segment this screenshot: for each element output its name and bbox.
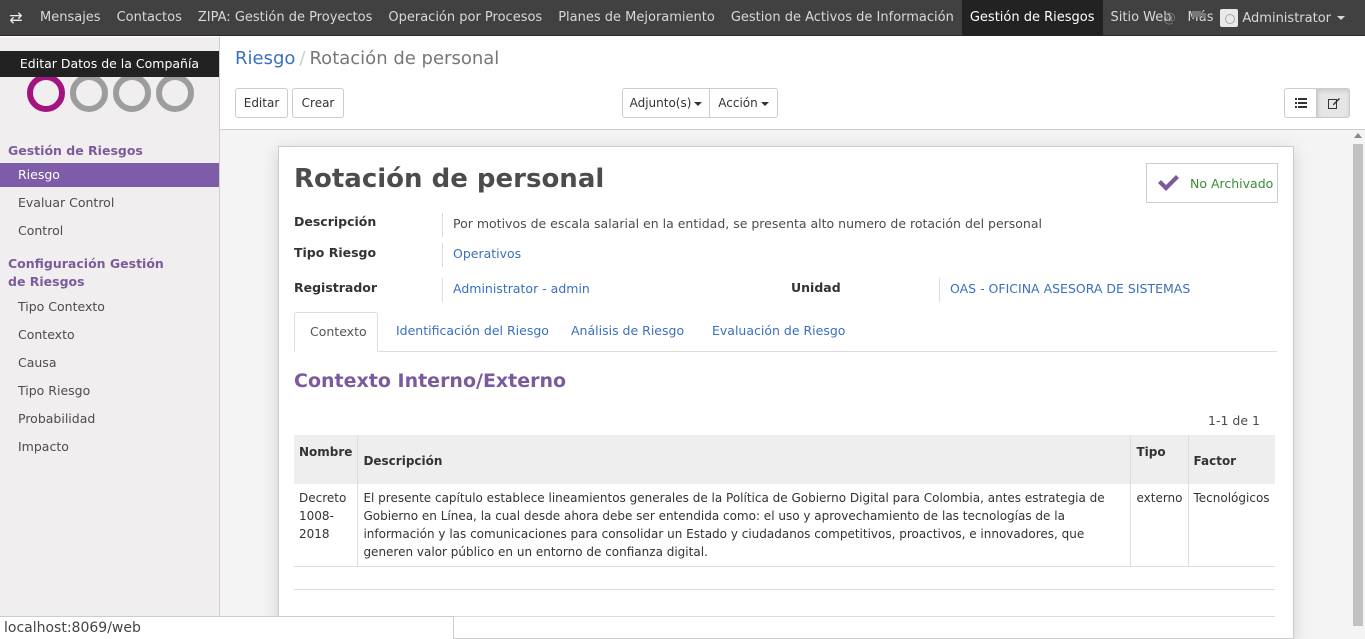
sidebar-item-riesgo[interactable]: Riesgo xyxy=(0,163,219,187)
notebook-tabs: Contexto Identificación del Riesgo Análi… xyxy=(294,312,1277,352)
column-descripcion[interactable]: Descripción xyxy=(357,435,1131,484)
avatar xyxy=(1220,9,1239,27)
cell-factor: Tecnológicos xyxy=(1187,484,1275,567)
registrador-label: Registrador xyxy=(294,280,378,295)
at-icon[interactable]: @ xyxy=(1154,11,1184,26)
sidebar-item-impacto[interactable]: Impacto xyxy=(0,435,219,459)
scroll-thumb[interactable] xyxy=(1353,144,1363,626)
menu-mensajes[interactable]: Mensajes xyxy=(32,0,109,36)
tab-identificacion[interactable]: Identificación del Riesgo xyxy=(381,312,564,352)
chevron-down-icon xyxy=(1337,16,1345,20)
breadcrumb-parent[interactable]: Riesgo xyxy=(235,48,295,69)
edit-form-icon xyxy=(1327,98,1340,109)
chat-icon[interactable] xyxy=(1184,10,1214,26)
context-table: Nombre Descripción Tipo Factor Decreto 1… xyxy=(294,435,1275,567)
scroll-up-icon[interactable] xyxy=(1354,133,1362,138)
registrador-value[interactable]: Administrator - admin xyxy=(442,278,782,302)
tab-evaluacion[interactable]: Evaluación de Riesgo xyxy=(697,312,860,352)
table-row-divider xyxy=(294,589,1275,590)
attachments-dropdown[interactable]: Adjunto(s) xyxy=(622,88,710,118)
table-row[interactable]: Decreto 1008-2018 El presente capítulo e… xyxy=(294,484,1275,567)
breadcrumb-current: Rotación de personal xyxy=(309,48,500,69)
descripcion-value: Por motivos de escala salarial en la ent… xyxy=(442,213,1277,237)
tipo-riesgo-label: Tipo Riesgo xyxy=(294,245,377,260)
archive-toggle-button[interactable]: No Archivado xyxy=(1146,163,1278,203)
menu-contactos[interactable]: Contactos xyxy=(109,0,190,36)
company-logo[interactable] xyxy=(26,73,196,113)
scrollbar[interactable] xyxy=(1351,130,1365,639)
chevron-down-icon xyxy=(694,101,703,106)
menu-zipa[interactable]: ZIPA: Gestión de Proyectos xyxy=(190,0,380,36)
create-button[interactable]: Crear xyxy=(292,88,344,118)
column-nombre[interactable]: Nombre xyxy=(294,435,358,484)
attachments-label: Adjunto(s) xyxy=(629,96,692,110)
menu-operacion-procesos[interactable]: Operación por Procesos xyxy=(380,0,550,36)
tipo-riesgo-value[interactable]: Operativos xyxy=(442,243,782,267)
sidebar-item-causa[interactable]: Causa xyxy=(0,351,219,375)
pager: 1-1 de 1 xyxy=(1208,413,1260,428)
sidebar-item-tipo-riesgo[interactable]: Tipo Riesgo xyxy=(0,379,219,403)
main-menu: Mensajes Contactos ZIPA: Gestión de Proy… xyxy=(32,0,1236,36)
table-header-row: Nombre Descripción Tipo Factor xyxy=(294,435,1275,484)
tab-contexto[interactable]: Contexto xyxy=(294,312,378,352)
archive-status-label: No Archivado xyxy=(1190,175,1274,191)
cell-nombre: Decreto 1008-2018 xyxy=(294,484,358,567)
top-navbar: ⇄ Mensajes Contactos ZIPA: Gestión de Pr… xyxy=(0,0,1365,36)
tab-analisis[interactable]: Análisis de Riesgo xyxy=(556,312,699,352)
sidebar-item-contexto[interactable]: Contexto xyxy=(0,323,219,347)
chevron-down-icon xyxy=(760,101,769,106)
status-url: localhost:8069/web xyxy=(0,616,454,639)
sidebar-item-evaluar-control[interactable]: Evaluar Control xyxy=(0,191,219,215)
cell-descripcion: El presente capítulo establece lineamien… xyxy=(357,484,1131,567)
sidebar-item-probabilidad[interactable]: Probabilidad xyxy=(0,407,219,431)
edit-button[interactable]: Editar xyxy=(235,88,288,118)
breadcrumb: Riesgo / Rotación de personal xyxy=(235,47,499,71)
section-title: Contexto Interno/Externo xyxy=(294,370,567,392)
list-view-button[interactable] xyxy=(1284,88,1317,118)
column-tipo[interactable]: Tipo xyxy=(1130,435,1188,484)
menu-gestion-activos[interactable]: Gestion de Activos de Información xyxy=(723,0,962,36)
cell-tipo: externo xyxy=(1130,484,1188,567)
action-label: Acción xyxy=(718,96,758,110)
user-menu[interactable]: Administrator xyxy=(1214,9,1365,27)
menu-gestion-riesgos[interactable]: Gestión de Riesgos xyxy=(961,0,1103,36)
list-icon xyxy=(1294,98,1307,108)
sidebar-section-configuracion: Configuración Gestión de Riesgos xyxy=(8,256,164,289)
sidebar-item-tipo-contexto[interactable]: Tipo Contexto xyxy=(0,295,219,319)
sidebar: Editar Datos de la Compañía Gestión de R… xyxy=(0,37,220,639)
unidad-label: Unidad xyxy=(791,280,841,295)
breadcrumb-separator: / xyxy=(299,48,306,69)
company-tooltip: Editar Datos de la Compañía xyxy=(0,51,219,77)
descripcion-label: Descripción xyxy=(294,214,377,229)
sidebar-section-gestion: Gestión de Riesgos xyxy=(8,143,143,158)
check-icon xyxy=(1158,175,1179,191)
app-switcher-icon[interactable]: ⇄ xyxy=(0,0,32,36)
menu-planes-mejoramiento[interactable]: Planes de Mejoramiento xyxy=(550,0,723,36)
column-factor[interactable]: Factor xyxy=(1187,435,1275,484)
action-dropdown[interactable]: Acción xyxy=(709,88,778,118)
sidebar-item-control[interactable]: Control xyxy=(0,219,219,243)
record-title: Rotación de personal xyxy=(294,164,605,194)
user-name: Administrator xyxy=(1242,10,1331,26)
unidad-value[interactable]: OAS - OFICINA ASESORA DE SISTEMAS xyxy=(939,278,1277,302)
form-view-button[interactable] xyxy=(1317,88,1350,118)
